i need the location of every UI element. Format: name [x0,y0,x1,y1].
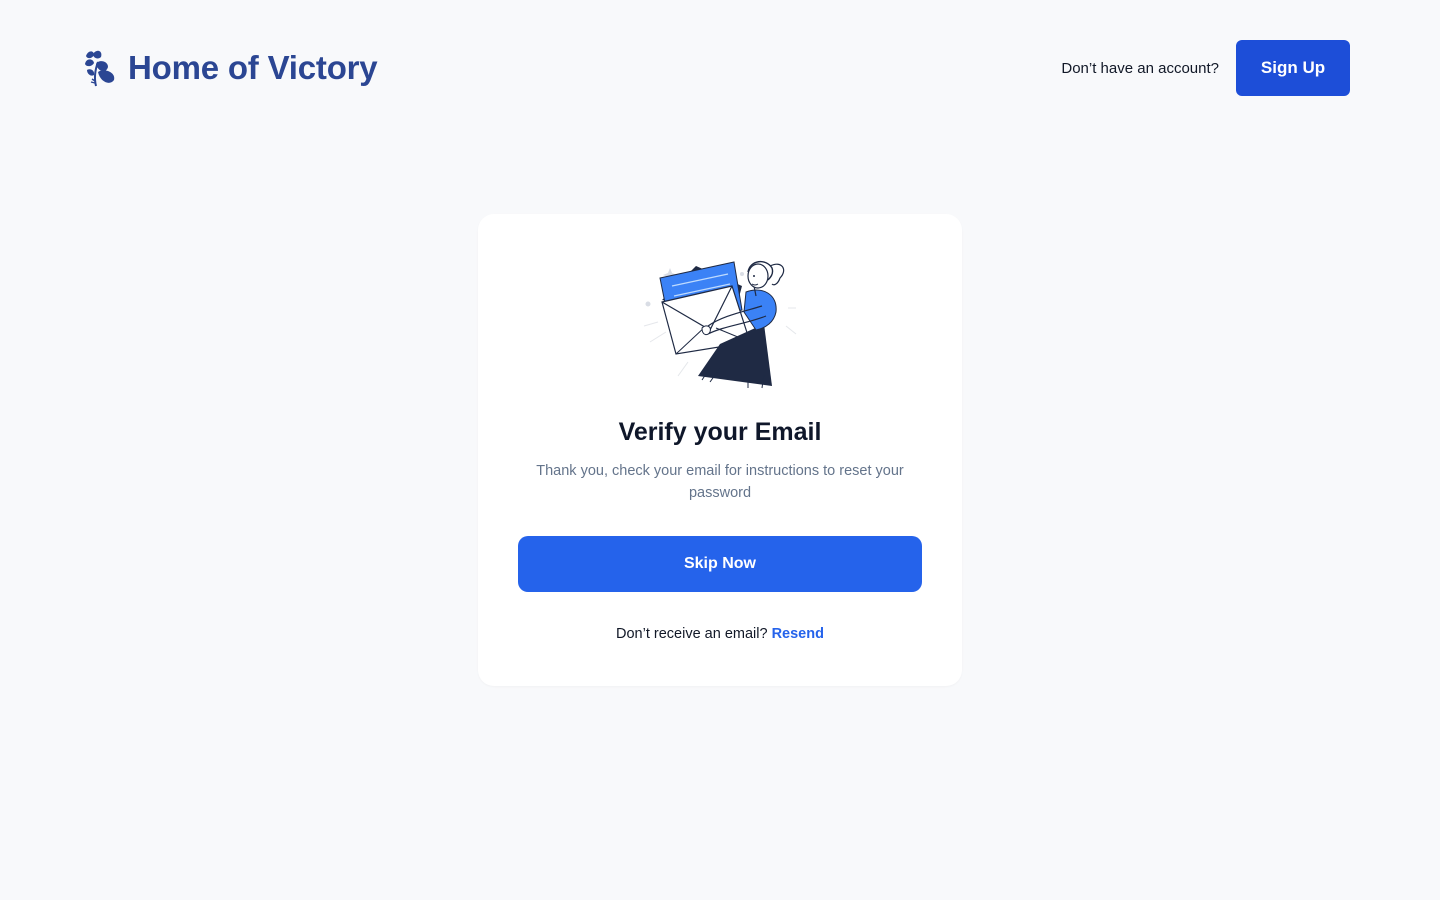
no-account-prompt: Don’t have an account? [1061,59,1219,77]
sign-up-button[interactable]: Sign Up [1236,40,1350,96]
resend-link[interactable]: Resend [772,626,824,642]
brand-name: Home of Victory [128,49,378,86]
verify-email-page: Home of Victory Don’t have an account? S… [0,0,1440,900]
brand[interactable]: Home of Victory [82,48,378,88]
card-title: Verify your Email [618,418,822,446]
laurel-leaf-icon [85,50,115,87]
resend-row: Don’t receive an email? Resend [478,626,962,642]
resend-prompt: Don’t receive an email? [616,626,768,642]
top-header: Home of Victory Don’t have an account? S… [82,40,1350,96]
verify-email-card: Verify your Email Thank you, check your … [478,214,962,686]
signup-area: Don’t have an account? Sign Up [1061,40,1350,96]
skip-now-button[interactable]: Skip Now [518,536,922,592]
woman-holding-envelope-illustration [643,261,797,389]
card-message: Thank you, check your email for instruct… [536,463,904,501]
